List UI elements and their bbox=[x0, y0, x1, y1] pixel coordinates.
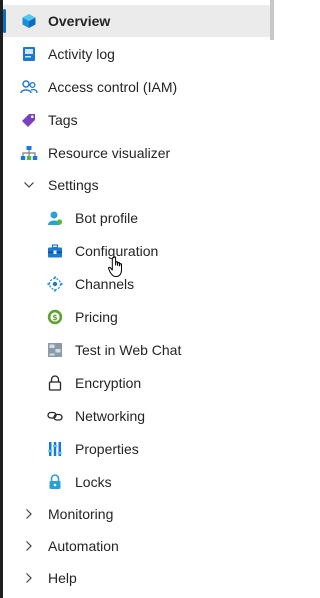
nav-group-settings[interactable]: Settings bbox=[3, 169, 270, 201]
nav-label: Monitoring bbox=[48, 506, 114, 522]
nav-item-tags[interactable]: Tags bbox=[3, 104, 270, 136]
tag-icon bbox=[20, 111, 38, 129]
people-icon bbox=[20, 78, 38, 96]
bot-profile-icon bbox=[46, 209, 64, 227]
nav-label: Access control (IAM) bbox=[48, 79, 178, 95]
nav-label: Activity log bbox=[48, 46, 115, 62]
hierarchy-icon bbox=[20, 144, 38, 162]
nav-item-locks[interactable]: Locks bbox=[3, 466, 270, 498]
channels-icon bbox=[46, 275, 64, 293]
nav-group-monitoring[interactable]: Monitoring bbox=[3, 498, 270, 530]
nav-item-properties[interactable]: Properties bbox=[3, 433, 270, 465]
nav-label: Networking bbox=[75, 408, 146, 424]
svg-text:$: $ bbox=[52, 313, 57, 322]
nav-label: Bot profile bbox=[75, 210, 139, 226]
lock-icon bbox=[46, 374, 64, 392]
nav-item-pricing[interactable]: $ Pricing bbox=[3, 301, 270, 333]
nav-item-channels[interactable]: Channels bbox=[3, 268, 270, 300]
hand-cursor-icon bbox=[108, 256, 122, 277]
toolbox-icon bbox=[46, 242, 64, 260]
nav-group-automation[interactable]: Automation bbox=[3, 530, 270, 562]
padlock-icon bbox=[46, 473, 64, 491]
properties-icon bbox=[46, 440, 64, 458]
nav-label: Encryption bbox=[75, 375, 142, 391]
nav-item-activity-log[interactable]: Activity log bbox=[3, 38, 270, 70]
nav-label: Channels bbox=[75, 276, 135, 292]
nav-label: Overview bbox=[48, 13, 111, 29]
chevron-right-icon bbox=[23, 572, 35, 584]
nav-label: Locks bbox=[75, 474, 112, 490]
nav-item-networking[interactable]: Networking bbox=[3, 400, 270, 432]
pricing-icon: $ bbox=[46, 308, 64, 326]
nav-label: Test in Web Chat bbox=[75, 342, 182, 358]
nav-label: Properties bbox=[75, 441, 139, 457]
resource-menu: Overview Activity log Access control (IA… bbox=[3, 0, 270, 598]
web-chat-icon bbox=[46, 341, 64, 359]
nav-label: Automation bbox=[48, 538, 119, 554]
pane-divider bbox=[270, 0, 274, 40]
nav-item-resource-visualizer[interactable]: Resource visualizer bbox=[3, 137, 270, 169]
log-book-icon bbox=[20, 45, 38, 63]
nav-item-test-in-web-chat[interactable]: Test in Web Chat bbox=[3, 334, 270, 366]
nav-label: Help bbox=[48, 570, 77, 586]
nav-label: Settings bbox=[48, 177, 99, 193]
chevron-right-icon bbox=[23, 508, 35, 520]
nav-item-overview[interactable]: Overview bbox=[3, 5, 270, 37]
nav-group-help[interactable]: Help bbox=[3, 562, 270, 594]
nav-label: Pricing bbox=[75, 309, 118, 325]
chevron-down-icon bbox=[23, 179, 35, 191]
chevron-right-icon bbox=[23, 540, 35, 552]
nav-label: Resource visualizer bbox=[48, 145, 171, 161]
nav-item-configuration[interactable]: Configuration bbox=[3, 235, 270, 267]
cube-icon bbox=[20, 12, 38, 30]
nav-item-access-control[interactable]: Access control (IAM) bbox=[3, 71, 270, 103]
nav-label: Tags bbox=[48, 112, 78, 128]
nav-item-encryption[interactable]: Encryption bbox=[3, 367, 270, 399]
nav-item-bot-profile[interactable]: Bot profile bbox=[3, 202, 270, 234]
link-icon bbox=[46, 407, 64, 425]
